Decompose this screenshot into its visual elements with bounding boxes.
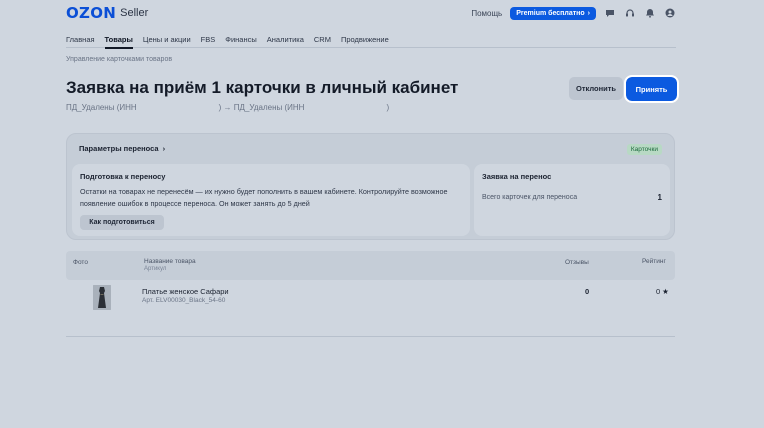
chevron-right-icon: › — [587, 9, 590, 17]
profile-icon[interactable] — [664, 7, 676, 19]
bell-icon[interactable] — [644, 7, 656, 19]
page: OZON Seller Помощь Premium бесплатно › Г… — [0, 0, 764, 428]
transfer-params-header[interactable]: Параметры переноса › — [79, 144, 165, 153]
col-rating: Рейтинг — [642, 258, 666, 265]
request-title: Заявка на перенос — [482, 172, 552, 181]
nav-item-fbs[interactable]: FBS — [201, 30, 216, 48]
subtitle-to: ) → ПД_Удалены (ИНН — [218, 103, 305, 112]
help-link[interactable]: Помощь — [471, 9, 502, 18]
transfer-params-title: Параметры переноса — [79, 144, 159, 153]
col-article: Артикул — [144, 266, 167, 272]
preparation-text: Остатки на товарах не перенесём — их нуж… — [80, 187, 448, 208]
request-total-count: 1 — [657, 193, 662, 202]
headset-icon[interactable] — [624, 7, 636, 19]
table-row[interactable]: Платье женское Сафари Арт. ELV00030_Blac… — [66, 282, 675, 314]
request-total-label: Всего карточек для переноса — [482, 194, 578, 201]
product-rating: 0 ★ — [656, 287, 669, 296]
subtitle-end: ) — [386, 103, 390, 112]
cards-badge: Карточки — [626, 144, 662, 155]
nav-item-home[interactable]: Главная — [66, 30, 95, 48]
accept-button[interactable]: Принять — [624, 75, 679, 103]
request-card: Заявка на перенос Всего карточек для пер… — [474, 164, 670, 236]
subtitle-from: ПД_Удалены (ИНН — [66, 103, 137, 112]
preparation-card: Подготовка к переносу Остатки на товарах… — [72, 164, 470, 236]
top-bar: OZON Seller Помощь Premium бесплатно › — [66, 0, 676, 26]
premium-label: Premium бесплатно — [516, 9, 585, 17]
product-article: Арт. ELV00030_Black_54-60 — [142, 297, 226, 304]
logo[interactable]: OZON Seller — [66, 4, 148, 22]
main-nav: Главная Товары Цены и акции FBS Финансы … — [66, 30, 676, 49]
preparation-title: Подготовка к переносу — [80, 172, 166, 181]
transfer-params-panel: Параметры переноса › Карточки Подготовка… — [66, 133, 675, 240]
nav-item-products[interactable]: Товары — [104, 30, 134, 49]
logo-product: Seller — [120, 7, 149, 19]
page-title: Заявка на приём 1 карточки в личный каби… — [66, 78, 459, 97]
nav-item-promotion[interactable]: Продвижение — [341, 30, 389, 48]
table-header: Фото Название товара Артикул Отзывы Рейт… — [66, 251, 675, 280]
chat-icon[interactable] — [604, 7, 616, 19]
nav-item-analytics[interactable]: Аналитика — [267, 30, 304, 48]
col-photo: Фото — [73, 259, 88, 266]
nav-item-prices[interactable]: Цены и акции — [143, 30, 191, 48]
nav-item-finance[interactable]: Финансы — [225, 30, 257, 48]
rating-value: 0 — [656, 287, 661, 296]
chevron-right-icon: › — [162, 144, 166, 153]
col-name: Название товара — [144, 258, 196, 265]
reject-button[interactable]: Отклонить — [569, 77, 623, 100]
nav-item-crm[interactable]: CRM — [314, 30, 331, 48]
top-right-actions: Помощь Premium бесплатно › — [471, 6, 676, 20]
star-icon: ★ — [662, 287, 669, 296]
product-photo[interactable] — [93, 285, 111, 310]
row-divider — [66, 336, 675, 337]
col-reviews: Отзывы — [565, 259, 589, 266]
logo-brand: OZON — [66, 4, 117, 22]
how-to-prepare-button[interactable]: Как подготовиться — [80, 215, 164, 230]
premium-button[interactable]: Premium бесплатно › — [510, 6, 596, 20]
page-subtitle: ПД_Удалены (ИНН ) → ПД_Удалены (ИНН ) — [66, 103, 389, 112]
breadcrumb[interactable]: Управление карточками товаров — [66, 56, 172, 63]
product-reviews: 0 — [585, 287, 590, 296]
product-name[interactable]: Платье женское Сафари — [142, 287, 229, 296]
